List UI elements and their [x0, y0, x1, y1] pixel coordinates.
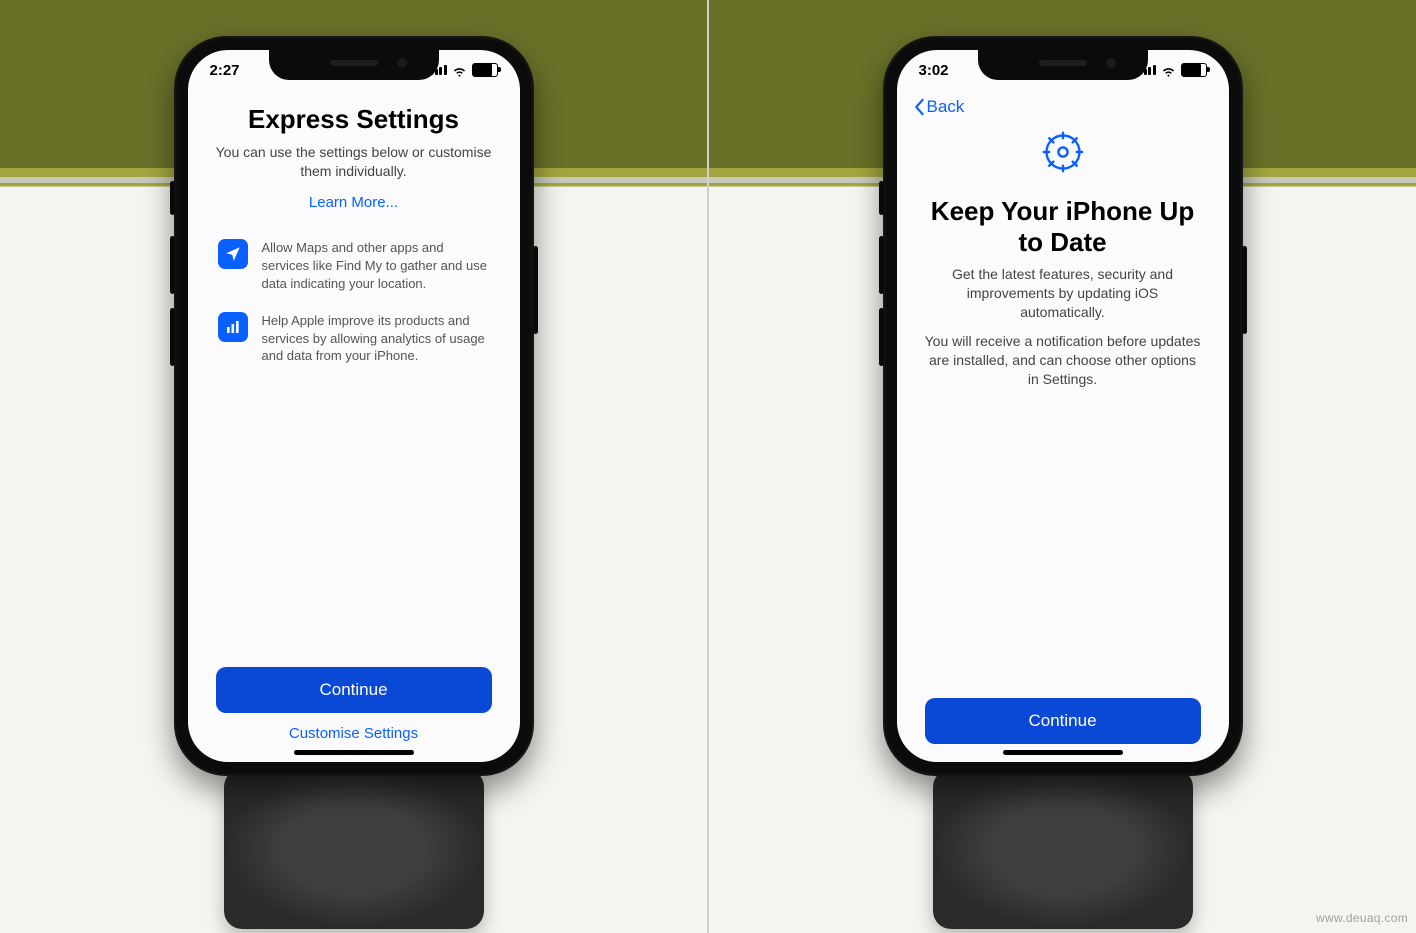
- wifi-icon: [1161, 63, 1176, 78]
- screen-keep-up-to-date: 3:02 Back: [897, 50, 1229, 762]
- continue-button[interactable]: Continue: [925, 698, 1201, 744]
- screen-express-settings: 2:27 Express Settings You can use the se…: [188, 50, 520, 762]
- page-note: You will receive a notification before u…: [925, 332, 1201, 389]
- battery-icon: [472, 63, 498, 77]
- home-indicator[interactable]: [294, 750, 414, 755]
- page-subtitle: Get the latest features, security and im…: [925, 265, 1201, 322]
- continue-button[interactable]: Continue: [216, 667, 492, 713]
- feature-analytics: Help Apple improve its products and serv…: [218, 312, 490, 365]
- notch: [978, 50, 1148, 80]
- wifi-icon: [452, 63, 467, 78]
- feature-location: Allow Maps and other apps and services l…: [218, 239, 490, 292]
- feature-text: Help Apple improve its products and serv…: [262, 312, 490, 365]
- feature-text: Allow Maps and other apps and services l…: [262, 239, 490, 292]
- battery-icon: [1181, 63, 1207, 77]
- page-title: Keep Your iPhone Up to Date: [925, 196, 1201, 257]
- watermark-text: www.deuaq.com: [1316, 911, 1408, 925]
- photo-right: 3:02 Back: [709, 0, 1416, 933]
- location-arrow-icon: [218, 239, 248, 269]
- status-icons: [1139, 63, 1207, 78]
- status-time: 3:02: [919, 62, 949, 79]
- home-indicator[interactable]: [1003, 750, 1123, 755]
- back-label: Back: [927, 97, 965, 117]
- notch: [269, 50, 439, 80]
- learn-more-link[interactable]: Learn More...: [301, 190, 406, 215]
- photo-left: 2:27 Express Settings You can use the se…: [0, 0, 709, 933]
- iphone-device-left: 2:27 Express Settings You can use the se…: [174, 36, 534, 776]
- analytics-bars-icon: [218, 312, 248, 342]
- gear-icon: [1039, 128, 1087, 176]
- page-subtitle: You can use the settings below or custom…: [216, 143, 492, 181]
- page-title: Express Settings: [216, 104, 492, 135]
- back-button[interactable]: Back: [907, 93, 971, 121]
- customise-settings-button[interactable]: Customise Settings: [216, 713, 492, 744]
- iphone-device-right: 3:02 Back: [883, 36, 1243, 776]
- status-icons: [430, 63, 498, 78]
- chevron-left-icon: [913, 98, 925, 116]
- status-time: 2:27: [210, 62, 240, 79]
